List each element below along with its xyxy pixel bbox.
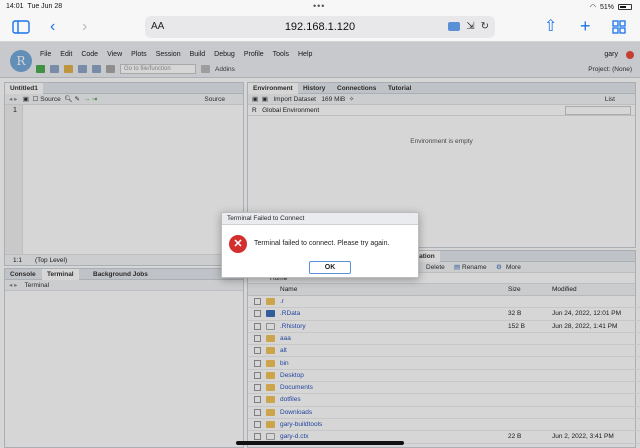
error-icon: ✕ — [229, 235, 247, 253]
safari-toolbar: ‹ › AA 192.168.1.120 ⇲ ↻ ⇧ + — [0, 14, 640, 42]
wifi-icon: ◠ — [589, 4, 596, 11]
ok-button[interactable]: OK — [309, 261, 351, 274]
share-icon[interactable]: ⇧ — [544, 19, 557, 35]
terminal-error-dialog: Terminal Failed to Connect ✕ Terminal fa… — [221, 212, 419, 278]
multitask-dots-icon[interactable]: ••• — [313, 1, 325, 11]
dialog-title: Terminal Failed to Connect — [222, 213, 418, 225]
sidebar-icon[interactable] — [12, 20, 30, 38]
battery-icon — [618, 4, 632, 10]
home-indicator[interactable] — [236, 441, 404, 445]
dialog-message: Terminal failed to connect. Please try a… — [254, 240, 390, 247]
tabs-overview-icon[interactable] — [612, 20, 626, 38]
extension-icon[interactable] — [448, 22, 461, 31]
address-bar[interactable]: AA 192.168.1.120 ⇲ ↻ — [145, 16, 495, 38]
bookmark-share-icon[interactable]: ⇲ — [466, 21, 474, 32]
forward-icon[interactable]: › — [82, 19, 87, 35]
reload-icon[interactable]: ↻ — [481, 21, 489, 32]
status-time: 14:01 Tue Jun 28 — [6, 3, 63, 10]
battery-percent: 51% — [599, 3, 614, 11]
ios-status-bar: 14:01 Tue Jun 28 ••• ◠ 51% — [0, 0, 640, 14]
url-text: 192.168.1.120 — [284, 21, 356, 33]
new-tab-icon[interactable]: + — [580, 17, 591, 35]
back-icon[interactable]: ‹ — [50, 19, 55, 35]
